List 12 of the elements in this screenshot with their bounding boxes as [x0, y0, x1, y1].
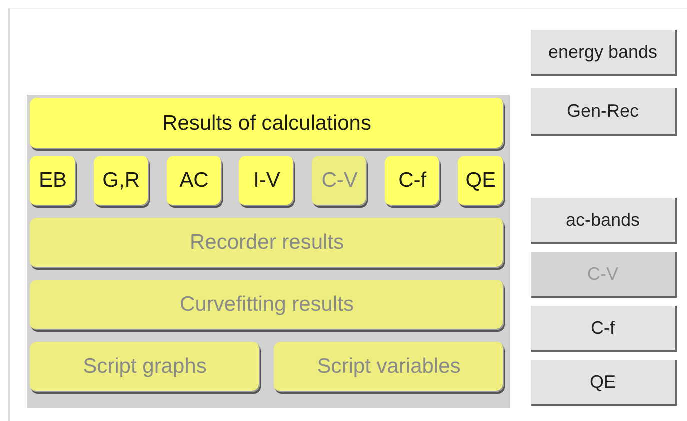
result-type-button[interactable]: G,R: [94, 156, 149, 206]
side-button[interactable]: Gen-Rec: [531, 88, 677, 136]
side-button[interactable]: ac-bands: [531, 198, 677, 244]
result-type-button[interactable]: AC: [166, 156, 222, 206]
side-button[interactable]: C-f: [531, 306, 677, 352]
result-type-button[interactable]: EB: [30, 156, 76, 206]
side-button[interactable]: QE: [531, 360, 677, 406]
result-type-button[interactable]: QE: [458, 156, 504, 206]
side-button[interactable]: energy bands: [531, 30, 677, 76]
results-button[interactable]: Results of calculations: [30, 98, 504, 149]
result-type-button[interactable]: C-f: [385, 156, 440, 206]
result-type-button[interactable]: I-V: [239, 156, 294, 206]
